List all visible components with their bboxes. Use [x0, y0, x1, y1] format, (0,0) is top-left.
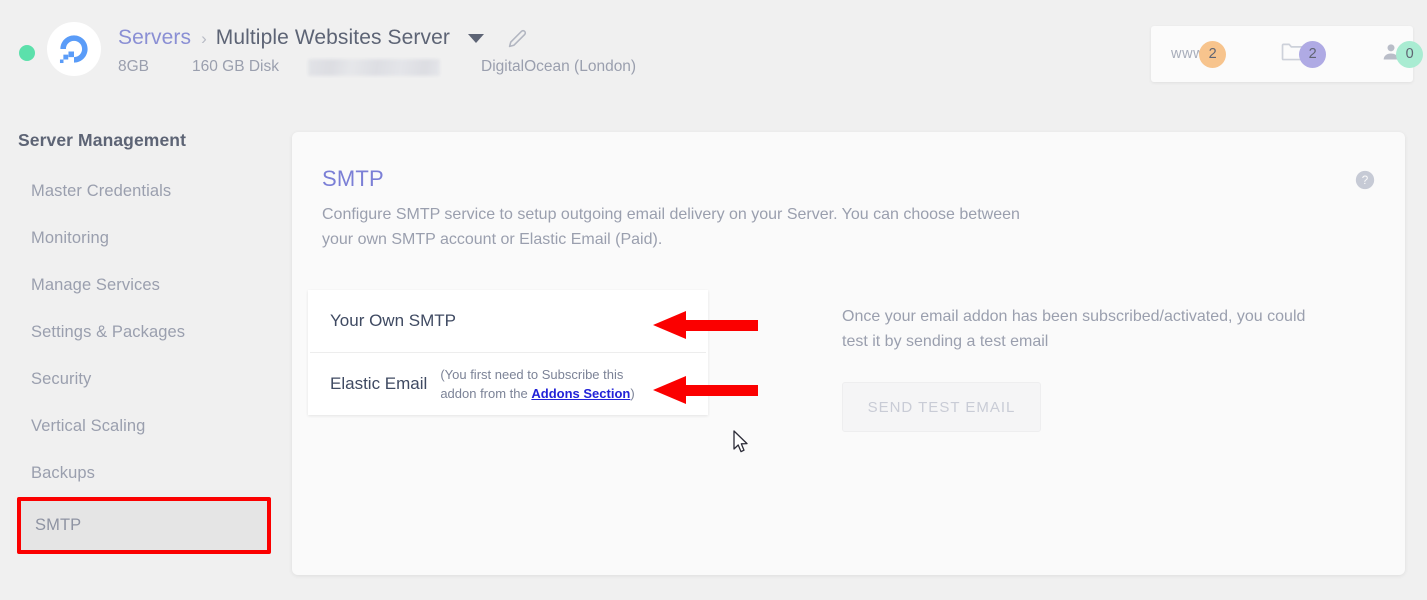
- arrow-shaft: [685, 320, 758, 331]
- sidebar-item-smtp[interactable]: SMTP: [21, 501, 267, 550]
- arrow-head: [653, 376, 686, 404]
- server-ip-redacted: [308, 58, 440, 76]
- smtp-options-list: Your Own SMTP Elastic Email (You first n…: [308, 290, 708, 415]
- breadcrumb-current-server: Multiple Websites Server: [215, 26, 450, 49]
- option-your-own-smtp-label: Your Own SMTP: [330, 311, 456, 330]
- help-circle-icon[interactable]: ?: [1355, 170, 1375, 195]
- chevron-down-icon[interactable]: [468, 33, 484, 43]
- svg-text:?: ?: [1362, 174, 1369, 187]
- option-your-own-smtp[interactable]: Your Own SMTP: [308, 290, 708, 352]
- mouse-cursor: [733, 430, 750, 459]
- server-status-dot: [19, 45, 35, 61]
- folders-count-badge: 2: [1299, 40, 1327, 68]
- websites-count-badge: 2: [1199, 40, 1227, 68]
- breadcrumb-servers-link[interactable]: Servers: [118, 26, 191, 50]
- server-provider: DigitalOcean (London): [481, 58, 637, 75]
- sidebar-item-settings-packages[interactable]: Settings & Packages: [0, 309, 292, 356]
- smtp-card: SMTP ? Configure SMTP service to setup o…: [292, 132, 1405, 575]
- server-disk: 160 GB Disk: [192, 58, 280, 75]
- test-email-panel: Once your email addon has been subscribe…: [842, 304, 1322, 432]
- annotation-arrow-elastic-email: [653, 376, 758, 404]
- sidebar-title: Server Management: [18, 130, 187, 150]
- sidebar-item-vertical-scaling[interactable]: Vertical Scaling: [0, 403, 292, 450]
- arrow-shaft: [685, 385, 758, 396]
- addons-section-link[interactable]: Addons Section: [531, 386, 630, 401]
- counter-folders[interactable]: 2: [1278, 26, 1327, 82]
- sidebar-item-security[interactable]: Security: [0, 356, 292, 403]
- breadcrumb-separator-icon: ›: [201, 28, 207, 48]
- provider-logo-avatar: [47, 22, 101, 76]
- send-test-email-button[interactable]: SEND TEST EMAIL: [842, 382, 1041, 432]
- breadcrumb: Servers › Multiple Websites Server: [118, 26, 527, 50]
- annotation-arrow-your-own-smtp: [653, 311, 758, 339]
- page-header: Servers › Multiple Websites Server 8GB 1…: [0, 0, 1427, 108]
- header-counters: www 2 2 0: [1151, 26, 1424, 82]
- arrow-head: [653, 311, 686, 339]
- sidebar-item-backups[interactable]: Backups: [0, 450, 292, 497]
- edit-pencil-icon[interactable]: [508, 29, 527, 48]
- option-elastic-email-label: Elastic Email: [330, 374, 428, 393]
- note-suffix: ): [630, 386, 635, 401]
- option-elastic-email[interactable]: Elastic Email (You first need to Subscri…: [308, 353, 708, 415]
- sidebar-item-monitoring[interactable]: Monitoring: [0, 215, 292, 262]
- card-description: Configure SMTP service to setup outgoing…: [322, 206, 1020, 248]
- test-email-description: Once your email addon has been subscribe…: [842, 308, 1306, 350]
- counter-users[interactable]: 0: [1378, 26, 1424, 82]
- server-meta: 8GB 160 GB Disk DigitalOcean (London): [118, 58, 636, 76]
- sidebar-item-manage-services[interactable]: Manage Services: [0, 262, 292, 309]
- sidebar: Server Management Master Credentials Mon…: [0, 130, 292, 554]
- users-count-badge: 0: [1396, 40, 1424, 68]
- server-ram: 8GB: [118, 58, 150, 75]
- counter-websites[interactable]: www 2: [1171, 26, 1227, 82]
- digitalocean-logo-icon: [59, 35, 88, 64]
- option-elastic-email-note: (You first need to Subscribe this addon …: [440, 365, 648, 403]
- page-title: SMTP: [322, 166, 384, 191]
- smtp-highlight-annotation: SMTP: [17, 497, 271, 554]
- sidebar-item-master-credentials[interactable]: Master Credentials: [0, 168, 292, 215]
